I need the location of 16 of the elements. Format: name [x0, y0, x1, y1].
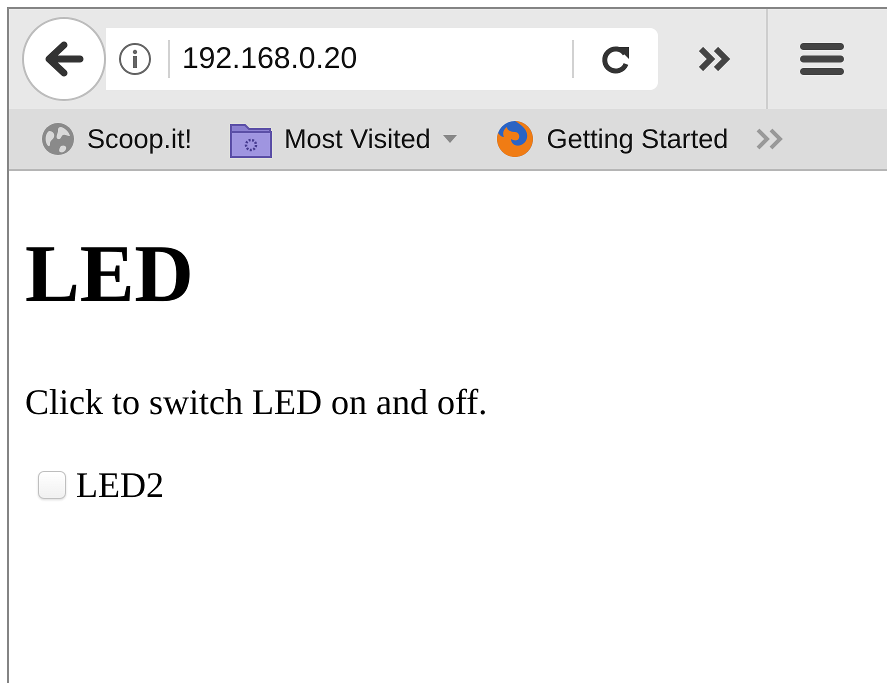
checkbox-label: LED2	[76, 464, 164, 506]
page-heading: LED	[25, 233, 195, 315]
url-field[interactable]: 192.168.0.20	[182, 42, 572, 76]
bookmark[interactable]: Scoop.it!	[41, 122, 192, 156]
firefox-icon	[494, 119, 535, 159]
back-arrow-icon	[44, 41, 84, 77]
address-bar[interactable]: 192.168.0.20	[106, 28, 658, 90]
overflow-button[interactable]	[698, 46, 732, 72]
info-icon[interactable]	[118, 42, 152, 76]
dropdown-icon	[442, 135, 457, 143]
bookmark[interactable]: Getting Started	[494, 119, 728, 159]
menu-button[interactable]	[800, 42, 844, 76]
globe-icon	[41, 122, 75, 156]
checkbox[interactable]	[38, 471, 66, 500]
bookmark[interactable]: Most Visited	[230, 120, 457, 158]
instruction-text: Click to switch LED on and off.	[25, 381, 488, 424]
